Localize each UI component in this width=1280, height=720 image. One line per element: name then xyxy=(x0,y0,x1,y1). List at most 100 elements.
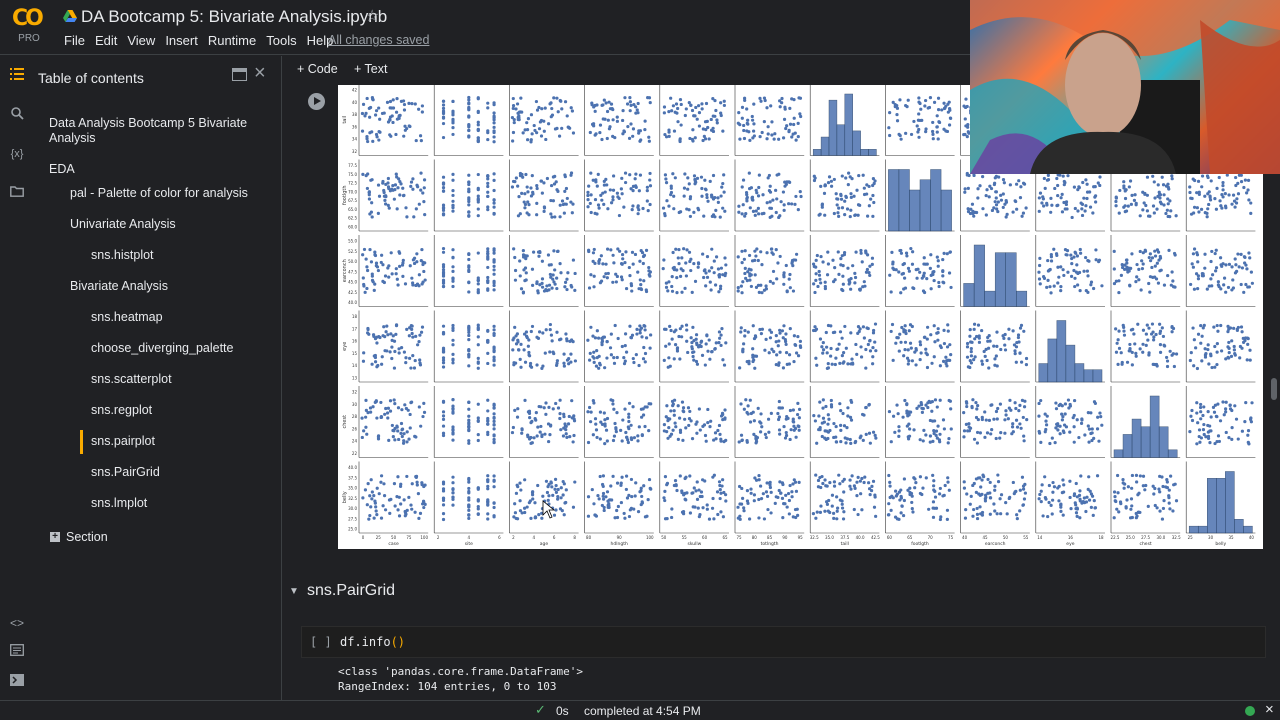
toc-item-pal-palette-of-color-for-analysis[interactable]: pal - Palette of color for analysis xyxy=(70,186,248,201)
toc-item-sns-heatmap[interactable]: sns.heatmap xyxy=(91,310,163,325)
toc-item-eda[interactable]: EDA xyxy=(49,162,75,177)
toc-item-bivariate-analysis[interactable]: Bivariate Analysis xyxy=(70,279,168,294)
close-icon[interactable]: × xyxy=(1265,701,1274,718)
scatter-point xyxy=(564,332,568,336)
toc-item-choose-diverging-palette[interactable]: choose_diverging_palette xyxy=(91,341,233,356)
scatter-point xyxy=(374,399,378,403)
toc-item-sns-pairgrid[interactable]: sns.PairGrid xyxy=(91,465,160,480)
scatter-point xyxy=(368,212,372,216)
scatter-point xyxy=(1141,474,1146,478)
toc-item-sns-histplot[interactable]: sns.histplot xyxy=(91,248,154,263)
toc-item-sns-scatterplot[interactable]: sns.scatterplot xyxy=(91,372,172,387)
scatter-point xyxy=(722,103,726,108)
search-icon[interactable] xyxy=(7,106,27,126)
scatter-point xyxy=(932,278,936,283)
scatter-point xyxy=(521,255,526,259)
scatter-point xyxy=(663,498,667,503)
scatter-point xyxy=(1037,401,1041,406)
add-code-button[interactable]: + Code xyxy=(297,62,338,76)
menu-item-edit[interactable]: Edit xyxy=(90,33,122,48)
scatter-point xyxy=(441,110,446,114)
expand-plus-icon[interactable]: + xyxy=(50,532,60,542)
scatter-point xyxy=(556,110,560,114)
scatter-point xyxy=(476,172,480,177)
scatter-point xyxy=(441,332,446,336)
scatter-point xyxy=(943,483,947,488)
toc-item-sns-regplot[interactable]: sns.regplot xyxy=(91,403,152,418)
menu-item-runtime[interactable]: Runtime xyxy=(203,33,261,48)
google-drive-icon[interactable] xyxy=(63,10,77,22)
scatter-point xyxy=(535,281,539,286)
scatter-point xyxy=(1038,256,1042,260)
scatter-point xyxy=(697,111,702,115)
scatter-point xyxy=(693,179,697,183)
toc-item-sns-pairplot[interactable]: sns.pairplot xyxy=(91,434,155,449)
scatter-point xyxy=(626,440,630,445)
scatter-point xyxy=(682,194,686,198)
terminal-icon[interactable] xyxy=(7,672,27,692)
colab-pro-logo[interactable]: CO PRO xyxy=(12,6,48,46)
scatter-point xyxy=(587,249,591,254)
scatter-point xyxy=(565,114,569,118)
scatter-point xyxy=(513,255,517,260)
scatter-point xyxy=(839,439,843,444)
scatter-point xyxy=(787,128,791,132)
scatter-point xyxy=(823,213,827,217)
toc-item-data-analysis-bootcamp-5-bivariate-analysis[interactable]: Data Analysis Bootcamp 5 Bivariate Analy… xyxy=(49,116,249,146)
scatter-point xyxy=(1199,341,1203,345)
variables-icon[interactable]: {x} xyxy=(7,144,27,164)
scatter-point xyxy=(773,132,777,136)
scatter-point xyxy=(539,424,543,429)
menu-item-tools[interactable]: Tools xyxy=(261,33,301,48)
scatter-point xyxy=(948,250,952,254)
scatter-point xyxy=(821,481,825,486)
triangle-down-icon[interactable]: ▼ xyxy=(289,586,299,597)
scatter-point xyxy=(380,362,384,366)
notebook-title[interactable]: DA Bootcamp 5: Bivariate Analysis.ipynb xyxy=(81,7,387,27)
scatter-point xyxy=(769,104,773,108)
star-outline-icon[interactable]: ☆ xyxy=(365,6,379,26)
menu-item-file[interactable]: File xyxy=(59,33,90,48)
command-palette-icon[interactable] xyxy=(7,642,27,662)
menu-item-view[interactable]: View xyxy=(122,33,160,48)
toc-item-sns-lmplot[interactable]: sns.lmplot xyxy=(91,496,147,511)
scatter-point xyxy=(1167,488,1171,492)
scatter-point xyxy=(593,197,598,202)
scatter-point xyxy=(921,439,925,443)
scatter-point xyxy=(1001,205,1005,210)
close-icon[interactable]: × xyxy=(254,62,266,85)
output-scrollbar[interactable] xyxy=(1271,378,1277,400)
add-text-button[interactable]: + Text xyxy=(354,62,387,76)
scatter-point xyxy=(692,339,696,343)
scatter-point xyxy=(1037,209,1041,213)
scatter-point xyxy=(486,409,490,413)
scatter-point xyxy=(760,263,764,267)
scatter-point xyxy=(1174,499,1179,503)
folder-icon[interactable] xyxy=(7,183,27,203)
scatter-point xyxy=(778,254,782,259)
save-status-link[interactable]: All changes saved xyxy=(328,33,429,48)
scatter-point xyxy=(765,494,770,498)
connected-status-dot[interactable] xyxy=(1245,706,1255,716)
open-in-tab-icon[interactable] xyxy=(232,68,247,81)
scatter-point xyxy=(648,171,652,176)
run-cell-button[interactable] xyxy=(308,93,325,110)
scatter-point xyxy=(412,215,416,219)
scatter-point xyxy=(1060,192,1064,197)
scatter-point xyxy=(705,275,710,279)
toc-item-section[interactable]: Section xyxy=(66,530,108,545)
scatter-point xyxy=(562,364,566,368)
menu-item-insert[interactable]: Insert xyxy=(160,33,203,48)
scatter-point xyxy=(719,111,723,115)
toc-icon[interactable] xyxy=(7,67,27,87)
scatter-point xyxy=(566,422,571,426)
scatter-point xyxy=(825,273,830,277)
scatter-point xyxy=(963,516,968,520)
code-cell[interactable]: [ ] df.info() xyxy=(301,626,1266,658)
toc-item-univariate-analysis[interactable]: Univariate Analysis xyxy=(70,217,176,232)
scatter-point xyxy=(781,482,785,487)
cell-code[interactable]: df.info() xyxy=(340,635,405,649)
cell-run-indicator[interactable]: [ ] xyxy=(310,635,332,649)
scatter-point xyxy=(813,290,817,295)
code-snippets-icon[interactable]: <> xyxy=(7,613,27,633)
